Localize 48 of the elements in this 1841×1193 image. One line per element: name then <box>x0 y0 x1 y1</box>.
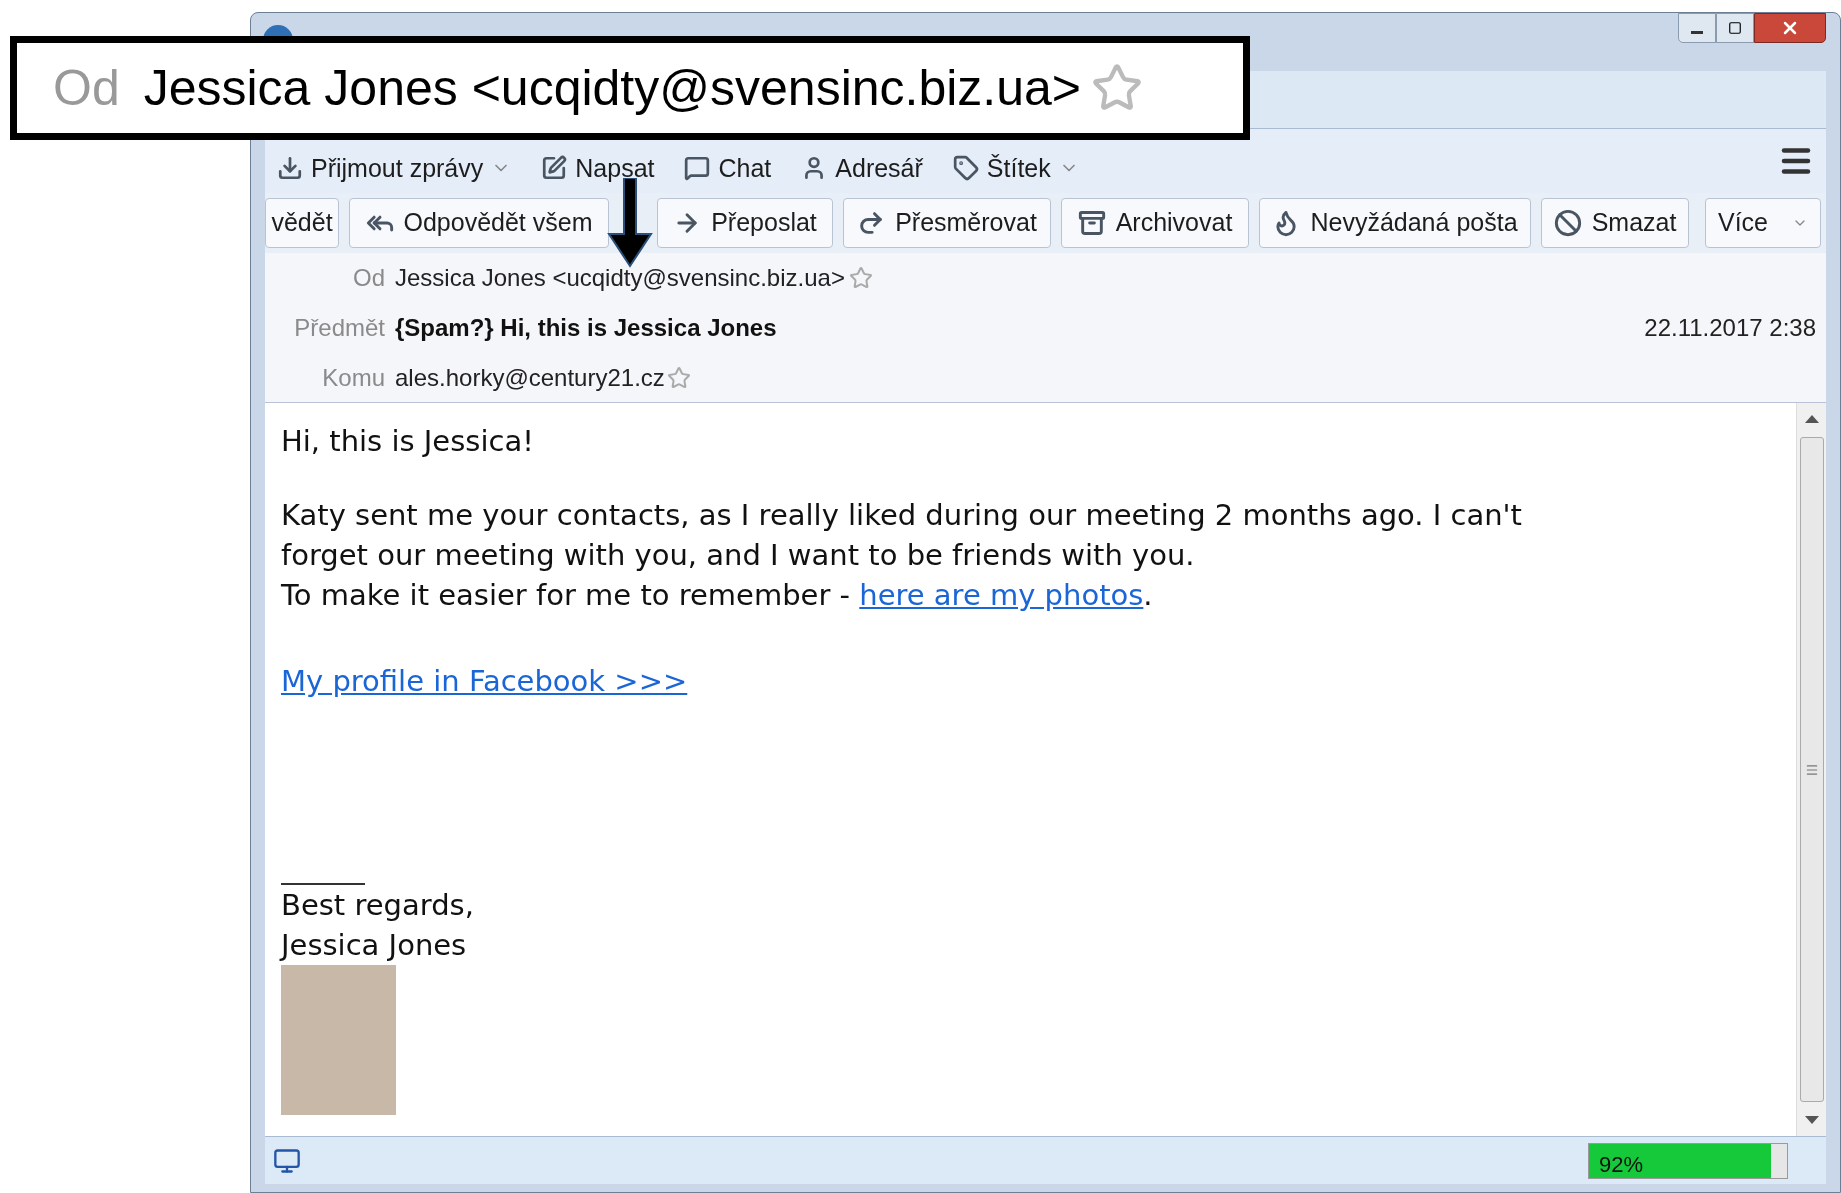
action-button[interactable]: Více <box>1705 198 1821 248</box>
profile-link[interactable]: My profile in Facebook >>> <box>281 664 688 698</box>
action-button[interactable]: Odpovědět všem <box>349 198 609 248</box>
toolbar-button[interactable]: Napsat <box>541 153 655 183</box>
subject-text: {Spam?} Hi, this is Jessica Jones <box>395 312 777 343</box>
action-button[interactable]: Archivovat <box>1061 198 1249 248</box>
prohibited-icon <box>1553 209 1582 237</box>
toolbar-button[interactable]: Chat <box>684 153 772 183</box>
action-button[interactable]: Smazat <box>1541 198 1689 248</box>
scroll-up-icon[interactable] <box>1804 415 1819 423</box>
sender-address[interactable]: Jessica Jones <ucqidty@svensinc.biz.ua> <box>395 259 845 296</box>
network-icon <box>273 1146 301 1175</box>
maximize-icon <box>1728 21 1742 35</box>
minimize-button[interactable] <box>1678 13 1716 43</box>
action-button[interactable]: Nevyžádaná pošta <box>1259 198 1531 248</box>
maximize-button[interactable] <box>1716 13 1754 43</box>
body-paragraph: Katy sent me your contacts, as I really liked during our meeting 2 months ago. I can't forget our meeting with you, and I want to be friends with you. <box>281 497 1522 574</box>
from-label: Od <box>352 262 385 293</box>
toolbar-button[interactable]: Adresář <box>801 153 923 183</box>
pen-icon <box>541 155 568 181</box>
action-button[interactable]: Přesměrovat <box>843 198 1051 248</box>
scroll-down-icon[interactable] <box>1804 1116 1819 1124</box>
photos-link[interactable]: here are my photos <box>859 578 1144 612</box>
body-paragraph: To make it easier for me to remember - here are my photos. <box>281 577 1153 614</box>
toolbar-button[interactable]: Přijmout zprávy <box>277 153 512 183</box>
body-paragraph: Hi, this is Jessica! <box>281 423 534 460</box>
tag-icon <box>952 155 979 181</box>
close-button[interactable] <box>1754 13 1826 43</box>
subject-label: Předmět <box>293 312 385 343</box>
download-icon <box>277 155 303 181</box>
from-label: Od <box>53 58 120 118</box>
scroll-thumb[interactable] <box>1799 437 1824 1102</box>
sender-address: Jessica Jones <ucqidty@svensinc.biz.ua> <box>143 58 1082 118</box>
toolbar-button[interactable]: Štítek <box>952 153 1079 183</box>
star-icon[interactable] <box>666 365 691 390</box>
chat-bubble-icon <box>684 155 711 181</box>
progress-reading: 92% <box>1599 1150 1644 1179</box>
action-button[interactable]: Přeposlat <box>657 198 833 248</box>
archive-box-icon <box>1077 209 1106 237</box>
grip-icon <box>1804 762 1819 777</box>
minimize-icon <box>1691 30 1703 34</box>
star-icon[interactable] <box>848 265 873 290</box>
to-label: Komu <box>321 362 385 393</box>
date-text: 22.11.2017 2:38 <box>1644 312 1816 343</box>
recipient-address[interactable]: ales.horky@century21.cz <box>395 359 665 396</box>
scrollbar[interactable] <box>1796 403 1826 1136</box>
action-button[interactable]: vědět <box>265 198 339 248</box>
signature-text: Best regards, Jessica Jones <box>281 887 474 964</box>
